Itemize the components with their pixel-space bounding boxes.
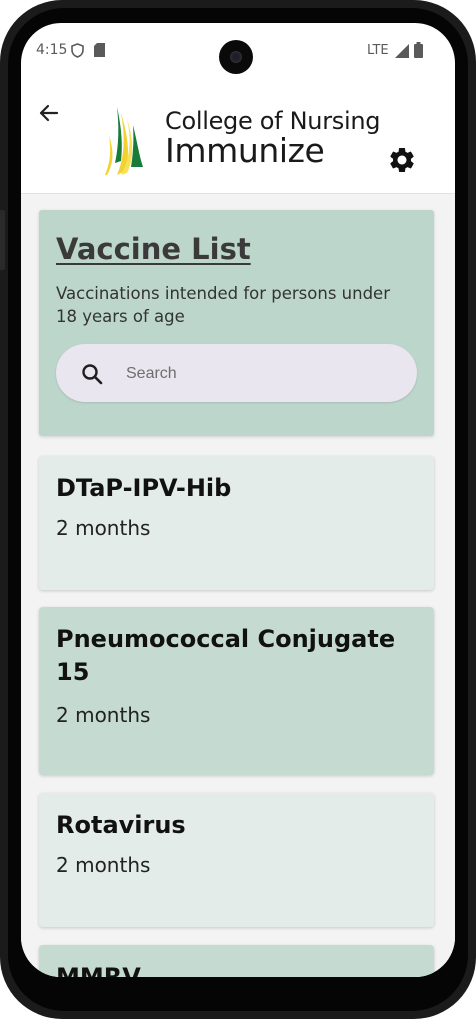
shield-icon <box>71 43 84 58</box>
arrow-left-icon[interactable] <box>33 97 65 129</box>
vaccine-card[interactable]: DTaP-IPV-Hib 2 months <box>39 456 434 590</box>
vaccine-list-header-card: Vaccine List Vaccinations intended for p… <box>39 210 434 436</box>
vaccine-name: Rotavirus <box>56 811 186 839</box>
vaccine-age: 2 months <box>56 703 151 727</box>
status-time: 4:15 <box>36 42 68 58</box>
vaccine-card[interactable]: Pneumococcal Conjugate 15 2 months <box>39 607 434 775</box>
vaccine-card[interactable]: MMRV <box>39 945 434 977</box>
search-input[interactable] <box>124 361 398 387</box>
app-bar: College of Nursing Immunize <box>21 79 455 194</box>
vaccine-age: 2 months <box>56 516 151 540</box>
logo-app-name: Immunize <box>165 131 325 170</box>
vaccine-card[interactable]: Rotavirus 2 months <box>39 793 434 927</box>
status-bar: 4:15 LTE <box>21 23 455 79</box>
page-title: Vaccine List <box>56 232 251 266</box>
battery-icon <box>414 42 423 58</box>
search-bar[interactable] <box>56 344 417 402</box>
volume-button <box>0 210 5 270</box>
screen: 4:15 LTE College of Nursing Immunize Vac… <box>21 23 455 977</box>
college-logo-icon <box>105 107 143 175</box>
signal-icon <box>395 44 409 58</box>
page-subtitle: Vaccinations intended for persons under … <box>56 284 390 326</box>
vaccine-name: MMRV <box>56 963 141 977</box>
network-label: LTE <box>367 43 389 58</box>
vaccine-list-scroll[interactable]: Vaccine List Vaccinations intended for p… <box>21 194 455 977</box>
gear-icon[interactable] <box>387 145 417 175</box>
vaccine-name: DTaP-IPV-Hib <box>56 474 232 502</box>
vaccine-name: Pneumococcal Conjugate 15 <box>56 625 396 686</box>
vaccine-age: 2 months <box>56 853 151 877</box>
phone-frame: 4:15 LTE College of Nursing Immunize Vac… <box>0 0 476 1019</box>
search-icon <box>82 364 103 385</box>
sim-card-icon <box>94 43 105 57</box>
front-camera <box>219 40 253 74</box>
